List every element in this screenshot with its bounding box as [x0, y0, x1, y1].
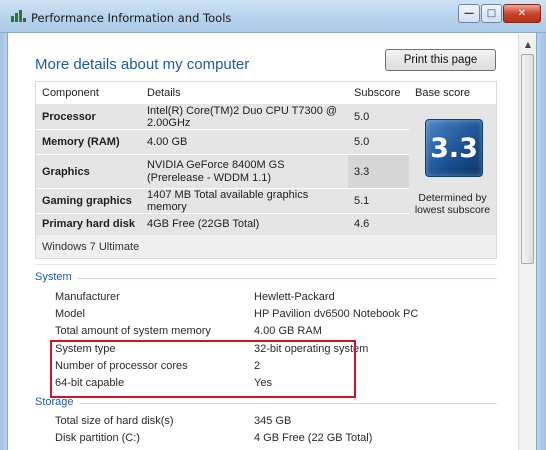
component-subscore: 5.0: [348, 130, 409, 154]
info-value: 4.00 GB RAM: [254, 325, 322, 337]
highlight-box: [50, 340, 356, 398]
component-name: Memory (RAM): [36, 130, 141, 154]
section-divider: [35, 264, 497, 265]
scroll-up-arrow-icon[interactable]: ▲: [521, 37, 535, 51]
section-title-storage: Storage: [35, 396, 74, 408]
list-item: Disk partition (C:) 4 GB Free (22 GB Tot…: [55, 432, 495, 449]
window-frame-left: [0, 33, 8, 450]
info-value: 4 GB Free (22 GB Total): [254, 432, 373, 444]
main-content: More details about my computer Print thi…: [8, 34, 517, 450]
component-name: Primary hard disk: [36, 214, 141, 234]
component-name: Gaming graphics: [36, 189, 141, 213]
info-label: Model: [55, 308, 85, 320]
maximize-button[interactable]: □: [481, 4, 502, 23]
performance-chart-icon: [10, 9, 26, 23]
section-divider: [80, 403, 497, 404]
component-details: 1407 MB Total available graphics memory: [141, 189, 348, 213]
info-label: Disk partition (C:): [55, 432, 140, 444]
close-button[interactable]: ✕: [503, 4, 541, 23]
scrollbar-thumb[interactable]: [521, 54, 534, 264]
section-title-system: System: [35, 271, 72, 283]
vertical-scrollbar[interactable]: ▲: [518, 34, 536, 450]
table-header-row: Component Details Subscore Base score: [36, 82, 496, 104]
column-header-component: Component: [42, 87, 99, 99]
print-page-button[interactable]: Print this page: [385, 49, 496, 71]
minimize-button[interactable]: —: [458, 4, 480, 23]
page-title: More details about my computer: [35, 56, 250, 73]
column-header-base-score: Base score: [415, 87, 471, 99]
info-value: HP Pavilion dv6500 Notebook PC: [254, 308, 419, 320]
list-item: Model HP Pavilion dv6500 Notebook PC: [55, 308, 495, 325]
score-table: Component Details Subscore Base score Pr…: [35, 81, 497, 259]
column-header-subscore: Subscore: [354, 87, 401, 99]
component-details: Intel(R) Core(TM)2 Duo CPU T7300 @ 2.00G…: [141, 104, 348, 129]
info-value: Hewlett-Packard: [254, 291, 335, 303]
component-subscore: 5.1: [348, 189, 409, 213]
component-name: Graphics: [36, 155, 141, 188]
base-score-badge: 3.3: [425, 119, 483, 177]
os-edition: Windows 7 Ultimate: [36, 234, 496, 258]
component-details: NVIDIA GeForce 8400M GS (Prerelease - WD…: [141, 155, 348, 188]
list-item: Total size of hard disk(s) 345 GB: [55, 415, 495, 432]
base-score-caption: Determined by lowest subscore: [414, 192, 491, 216]
info-value: 345 GB: [254, 415, 292, 427]
info-label: Manufacturer: [55, 291, 120, 303]
component-subscore: 5.0: [348, 104, 409, 129]
list-item: Manufacturer Hewlett-Packard: [55, 291, 495, 308]
component-details: 4.00 GB: [141, 130, 348, 154]
info-label: Total size of hard disk(s): [55, 415, 174, 427]
info-label: Total amount of system memory: [55, 325, 211, 337]
section-divider: [77, 278, 497, 279]
component-subscore-lowest: 3.3: [348, 155, 409, 188]
component-name: Processor: [36, 104, 141, 129]
window-frame-right: [536, 33, 546, 450]
base-score-panel: 3.3 Determined by lowest subscore: [409, 104, 496, 234]
component-subscore: 4.6: [348, 214, 409, 234]
window-title: Performance Information and Tools: [31, 11, 232, 25]
component-details: 4GB Free (22GB Total): [141, 214, 348, 234]
column-header-details: Details: [147, 87, 181, 99]
title-bar: Performance Information and Tools — □ ✕: [0, 0, 546, 33]
